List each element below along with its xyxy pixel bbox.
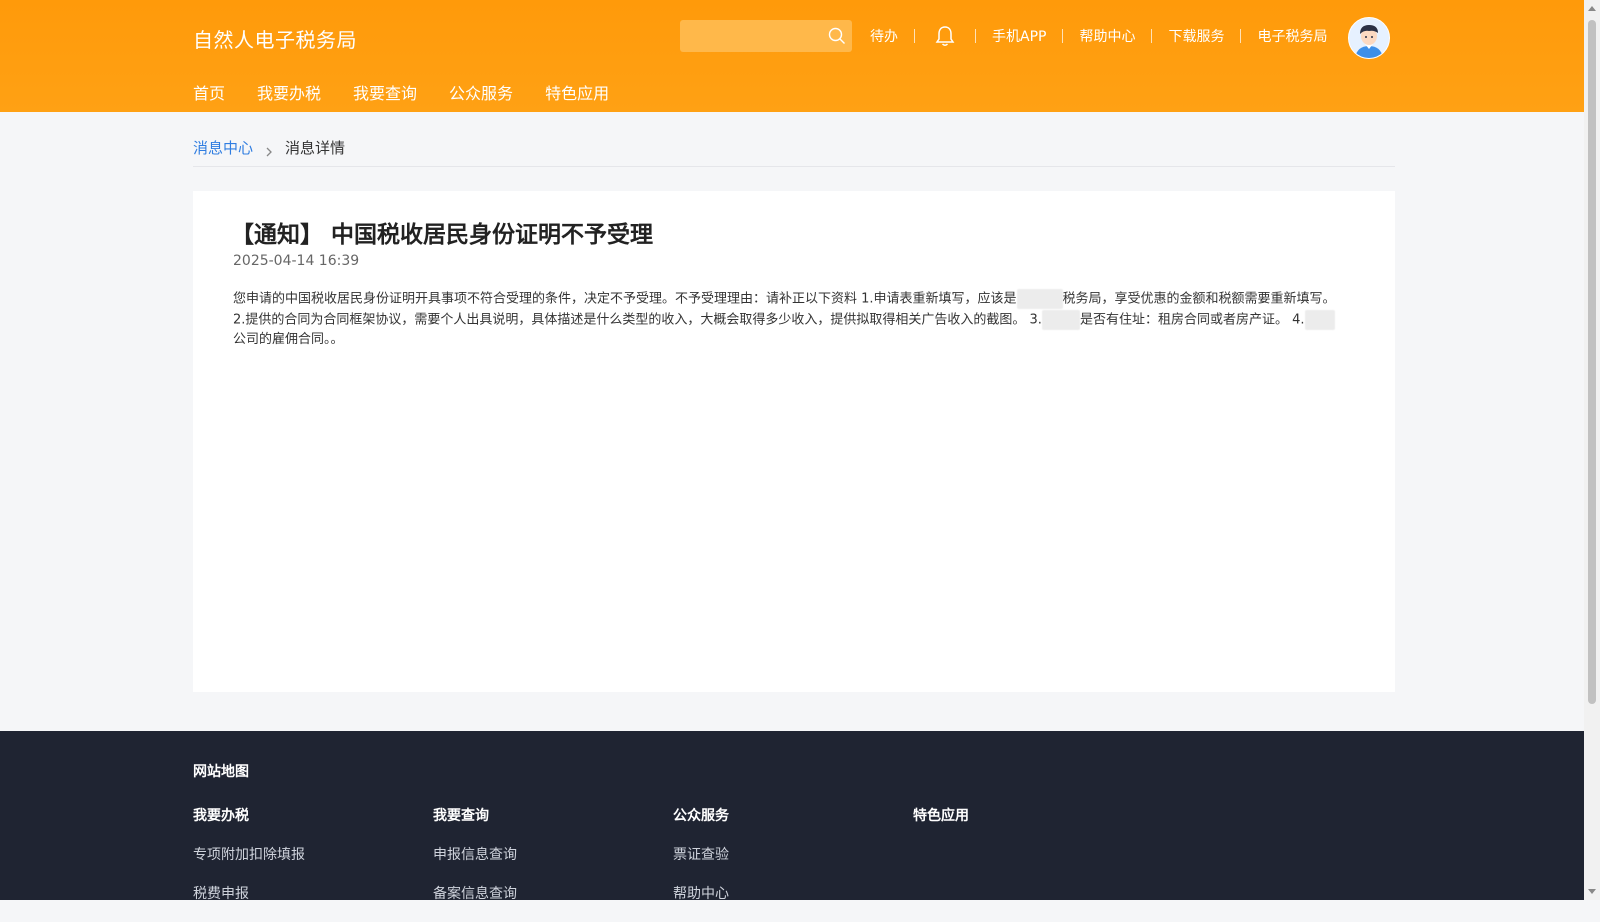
site-logo[interactable]: 自然人电子税务局 — [193, 24, 357, 53]
nav-query[interactable]: 我要查询 — [353, 80, 417, 104]
footer-link[interactable]: 税费申报 — [193, 883, 305, 903]
footer-column-title: 我要查询 — [433, 808, 489, 824]
nav-public-service[interactable]: 公众服务 — [449, 80, 513, 104]
footer-column: 我要查询 申报信息查询 备案信息查询 — [433, 805, 517, 922]
message-text-part: 您申请的中国税收居民身份证明开具事项不符合受理的条件，决定不予受理。不予受理理由… — [233, 291, 1017, 307]
breadcrumb-message-center[interactable]: 消息中心 — [193, 137, 253, 158]
avatar[interactable] — [1348, 17, 1390, 59]
scroll-thumb[interactable] — [1588, 20, 1596, 704]
nav-tax-handling[interactable]: 我要办税 — [257, 80, 321, 104]
search-input[interactable] — [680, 20, 836, 52]
scroll-down-icon[interactable] — [1588, 889, 1596, 894]
scroll-up-icon[interactable] — [1588, 6, 1596, 11]
site-footer: 网站地图 我要办税 专项附加扣除填报 税费申报 我要查询 申报信息查询 备案信息… — [0, 731, 1584, 902]
footer-link[interactable]: 票证查验 — [673, 844, 729, 864]
redacted-text — [1041, 309, 1080, 330]
footer-column: 公众服务 票证查验 帮助中心 — [673, 805, 729, 922]
top-links: 待办 手机APP 帮助中心 下载服务 电子税务局 — [870, 20, 1343, 52]
chevron-right-icon — [265, 143, 273, 157]
nav-home[interactable]: 首页 — [193, 80, 225, 104]
redacted-text — [1304, 309, 1335, 330]
page-scrollbar[interactable] — [1584, 0, 1600, 900]
message-title: 【通知】 中国税收居民身份证明不予受理 — [231, 222, 654, 248]
message-text-part: 公司的雇佣合同。。 — [233, 332, 344, 347]
breadcrumb-current: 消息详情 — [285, 138, 346, 157]
message-detail-card: 【通知】 中国税收居民身份证明不予受理 2025-04-14 16:39 您申请… — [193, 191, 1395, 692]
main-nav: 首页 我要办税 我要查询 公众服务 特色应用 — [193, 80, 641, 104]
nav-featured-apps[interactable]: 特色应用 — [545, 80, 609, 104]
footer-link[interactable]: 帮助中心 — [673, 883, 729, 903]
help-center-link[interactable]: 帮助中心 — [1063, 26, 1151, 46]
etax-bureau-link[interactable]: 电子税务局 — [1241, 26, 1343, 46]
footer-column: 我要办税 专项附加扣除填报 税费申报 — [193, 805, 305, 922]
message-text-part: 是否有住址：租房合同或者房产证。 4. — [1079, 312, 1305, 327]
bell-icon[interactable] — [915, 25, 975, 47]
footer-link[interactable]: 专项附加扣除填报 — [193, 844, 305, 864]
footer-column: 特色应用 — [913, 805, 969, 844]
search-box[interactable] — [680, 20, 852, 52]
footer-column-title: 我要办税 — [193, 808, 249, 824]
download-service-link[interactable]: 下载服务 — [1152, 26, 1240, 46]
breadcrumb: 消息中心 消息详情 — [193, 128, 1395, 167]
footer-column-title: 特色应用 — [913, 808, 969, 824]
message-date: 2025-04-14 16:39 — [233, 253, 360, 269]
message-body: 您申请的中国税收居民身份证明开具事项不符合受理的条件，决定不予受理。不予受理理由… — [233, 289, 1345, 350]
site-map-title: 网站地图 — [193, 764, 249, 780]
footer-column-title: 公众服务 — [673, 808, 729, 824]
search-icon[interactable] — [828, 27, 846, 45]
mobile-app-link[interactable]: 手机APP — [976, 26, 1062, 46]
redacted-text — [1016, 289, 1063, 309]
top-header: 自然人电子税务局 待办 手机APP 帮助中心 下载服务 电子税务局 首页 我要办… — [0, 0, 1584, 112]
footer-link[interactable]: 申报信息查询 — [433, 844, 517, 864]
footer-link[interactable]: 备案信息查询 — [433, 883, 517, 903]
todo-link[interactable]: 待办 — [870, 26, 914, 46]
